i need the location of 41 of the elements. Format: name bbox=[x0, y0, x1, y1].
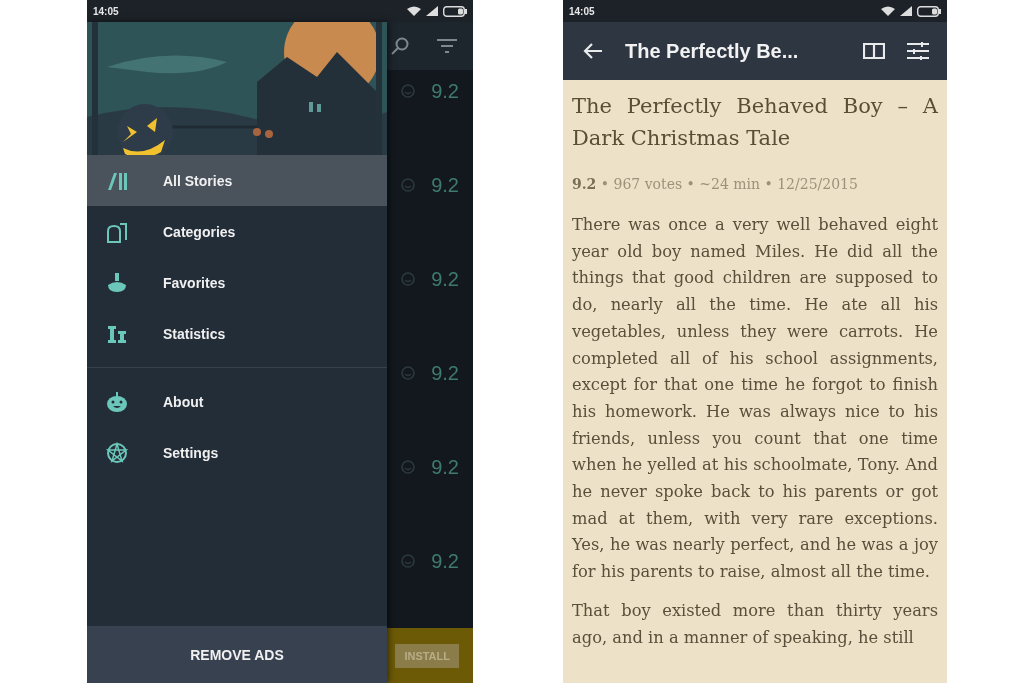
drawer-menu-item[interactable]: Categories bbox=[87, 206, 387, 257]
drawer-menu-item[interactable]: Favorites bbox=[87, 257, 387, 308]
face-icon bbox=[401, 460, 416, 474]
book-icon[interactable] bbox=[863, 42, 885, 60]
back-arrow-icon[interactable] bbox=[583, 42, 603, 60]
story-rating: 9.2 bbox=[431, 361, 459, 385]
filter-icon[interactable] bbox=[437, 39, 457, 53]
app-bar-title: The Perfectly Be... bbox=[625, 39, 800, 63]
story-meta: 9.2 • 967 votes • ~24 min • 12/25/2015 bbox=[572, 176, 859, 192]
battery-icon bbox=[917, 5, 941, 17]
search-icon[interactable] bbox=[391, 37, 409, 55]
pentagram-icon bbox=[106, 441, 128, 464]
status-time: 14:05 bbox=[569, 5, 595, 17]
wifi-icon bbox=[407, 6, 421, 16]
story-paragraph: That boy existed more than thirty years ago, and in a manner of speaking, he still bbox=[572, 599, 938, 649]
remove-ads-button[interactable]: REMOVE ADS bbox=[87, 626, 387, 683]
drawer-menu-item[interactable]: About bbox=[87, 376, 387, 427]
drawer-menu-item[interactable]: All Stories bbox=[87, 155, 387, 206]
settings-sliders-icon[interactable] bbox=[907, 42, 929, 60]
story-rating: 9.2 bbox=[431, 173, 459, 197]
face-icon bbox=[401, 84, 416, 98]
battery-icon bbox=[443, 5, 467, 17]
signal-icon bbox=[426, 6, 438, 16]
potion-icon bbox=[106, 271, 128, 294]
story-title: The Perfectly Behaved Boy – A Dark Christmas Tale bbox=[572, 93, 938, 152]
story-rating: 9.2 bbox=[431, 455, 459, 479]
story-paragraph: There was once a very well behaved eight year old boy named Miles. He did all the things that good children are supposed to do, nearly all the time. He ate all his vegetables, unless they were carrots. He completed all of his school assignments, except for that one time he forgot to finish his homework. He was always nice to his friends, unless you count that one time when he yelled at his schoolmate, Tony. And he never spoke back to his parents or got mad at them, with very rare exceptions. Yes, he was nearly perfect, and he was a joy for his parents to raise, almost all the time. bbox=[572, 214, 938, 584]
signal-icon bbox=[900, 6, 912, 16]
pumpkin-icon bbox=[106, 390, 128, 413]
story-rating: 9.2 bbox=[431, 267, 459, 291]
tombstone-icon bbox=[106, 220, 128, 243]
face-icon bbox=[401, 366, 416, 380]
drawer-menu-item[interactable]: Statistics bbox=[87, 308, 387, 359]
wifi-icon bbox=[881, 6, 895, 16]
face-icon bbox=[401, 178, 416, 192]
drawer-menu-item[interactable]: Settings bbox=[87, 427, 387, 478]
face-icon bbox=[401, 272, 416, 286]
story-rating: 9.2 bbox=[431, 79, 459, 103]
status-time: 14:05 bbox=[93, 5, 119, 17]
story-rating: 9.2 bbox=[431, 549, 459, 573]
face-icon bbox=[401, 554, 416, 568]
